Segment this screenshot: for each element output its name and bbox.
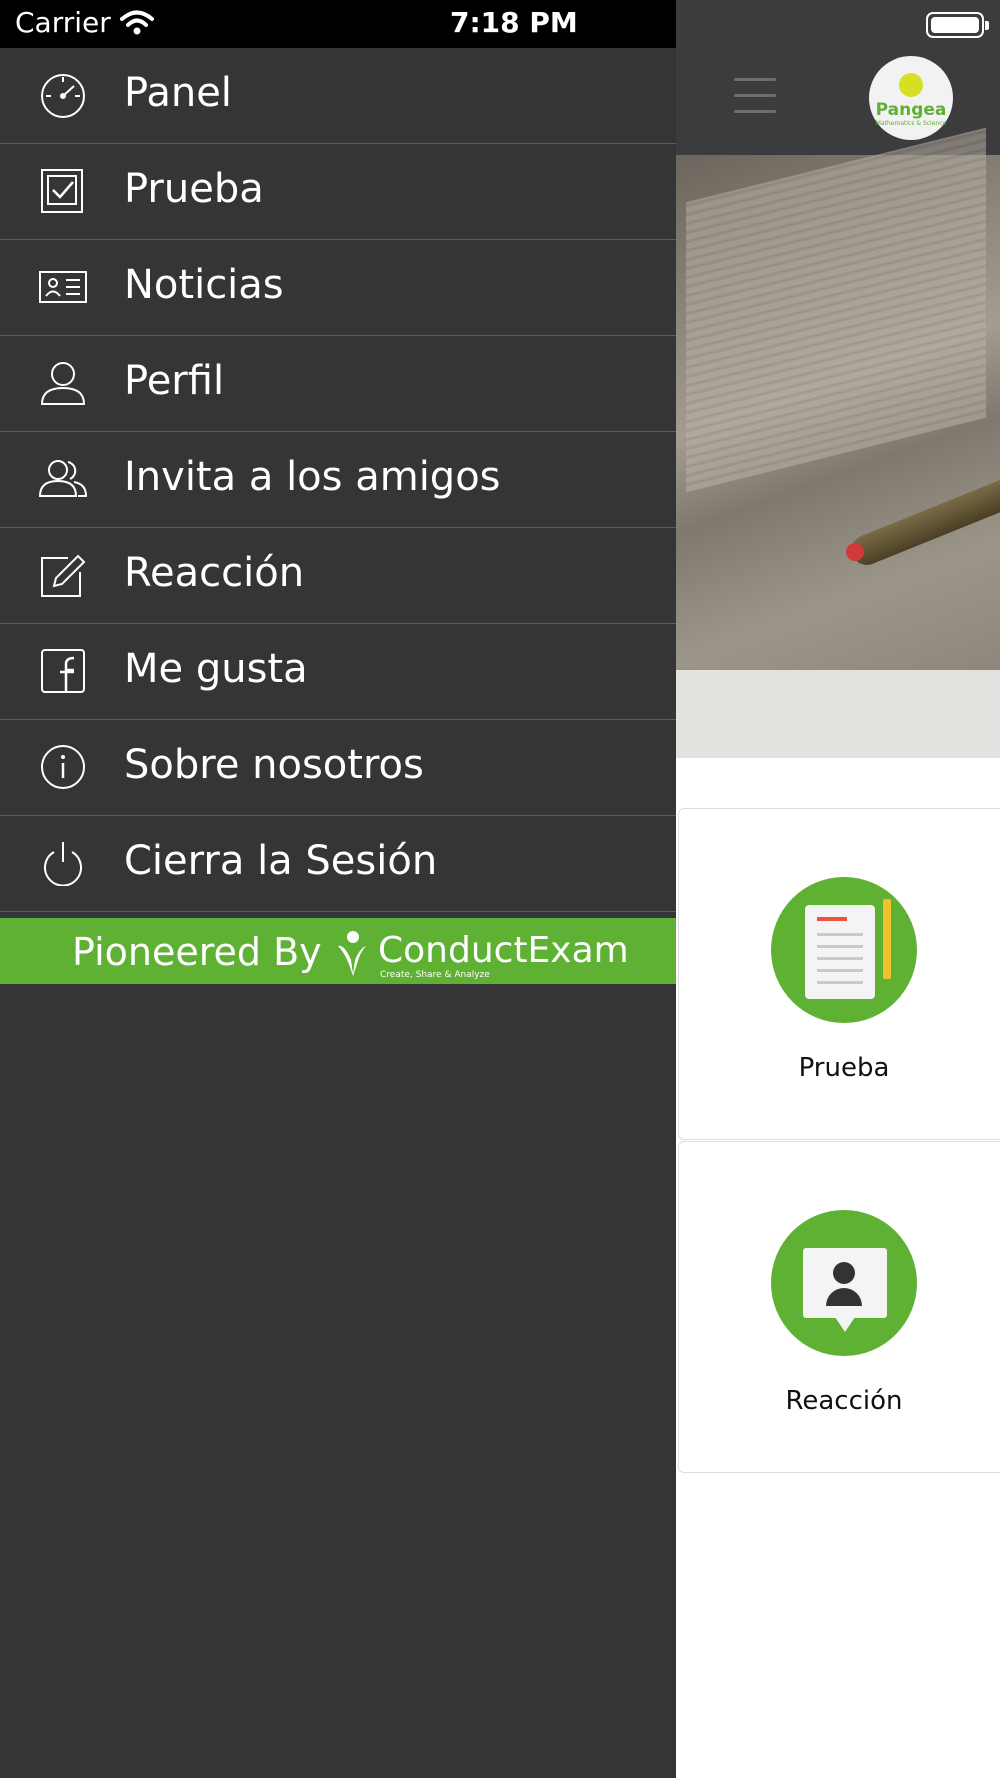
pen-tip	[846, 543, 864, 561]
menu-item-cierra-sesion[interactable]: Cierra la Sesión	[0, 816, 676, 912]
card-label: Prueba	[798, 1053, 890, 1083]
info-icon	[41, 745, 85, 789]
menu-item-invita[interactable]: Invita a los amigos	[0, 432, 676, 528]
menu-label: Panel	[124, 70, 232, 116]
menu-label: Prueba	[124, 166, 264, 212]
logout-icon	[44, 842, 82, 886]
feedback-icon	[41, 554, 86, 597]
pioneered-by-banner[interactable]: Pioneered By ConductExam Create, Share &…	[0, 918, 676, 984]
hero-image	[676, 127, 1000, 670]
card-reaccion[interactable]: Reacción	[678, 1141, 1000, 1473]
menu-label: Invita a los amigos	[124, 454, 501, 500]
menu-label: Cierra la Sesión	[124, 838, 438, 884]
feedback-bubble-icon	[771, 1210, 917, 1356]
logo-subtext: Mathematics & Science	[875, 120, 947, 127]
menu-label: Perfil	[124, 358, 225, 404]
menu-item-noticias[interactable]: Noticias	[0, 240, 676, 336]
status-bar: Carrier 7:18 PM	[0, 0, 1000, 48]
menu-label: Me gusta	[124, 646, 308, 692]
book-image	[686, 127, 986, 493]
news-icon	[39, 271, 87, 303]
menu-item-perfil[interactable]: Perfil	[0, 336, 676, 432]
menu-label: Sobre nosotros	[124, 742, 424, 788]
hamburger-menu-icon[interactable]	[734, 78, 776, 113]
battery-icon	[926, 12, 989, 38]
card-prueba[interactable]: Prueba	[678, 808, 1000, 1140]
menu-item-sobre-nosotros[interactable]: Sobre nosotros	[0, 720, 676, 816]
profile-icon	[40, 362, 86, 405]
logo-text: Pangea	[875, 100, 947, 120]
wifi-icon	[120, 10, 154, 35]
conductexam-brand: ConductExam	[378, 930, 629, 971]
menu-item-me-gusta[interactable]: Me gusta	[0, 624, 676, 720]
pangea-logo: Pangea Mathematics & Science	[869, 56, 953, 140]
conductexam-tagline: Create, Share & Analyze	[380, 970, 490, 980]
test-icon	[41, 169, 83, 213]
card-label: Reacción	[785, 1386, 903, 1416]
menu-item-reaccion[interactable]: Reacción	[0, 528, 676, 624]
menu-item-panel[interactable]: Panel	[0, 48, 676, 144]
logo-face-icon	[899, 73, 923, 97]
clock: 7:18 PM	[450, 6, 578, 39]
test-paper-icon	[771, 877, 917, 1023]
pioneered-by-text: Pioneered By	[72, 930, 322, 974]
facebook-icon	[41, 649, 85, 693]
hero-bottom-strip	[676, 670, 1000, 758]
menu-label: Reacción	[124, 550, 305, 596]
pen-image	[847, 470, 1000, 570]
carrier-label: Carrier	[15, 6, 111, 39]
menu-label: Noticias	[124, 262, 284, 308]
menu-item-prueba[interactable]: Prueba	[0, 144, 676, 240]
side-drawer: Panel Prueba Noticias Perfil Invita a lo…	[0, 48, 676, 1778]
conductexam-logo-icon	[338, 931, 366, 976]
invite-friends-icon	[38, 460, 88, 497]
dashboard-icon	[41, 74, 85, 118]
